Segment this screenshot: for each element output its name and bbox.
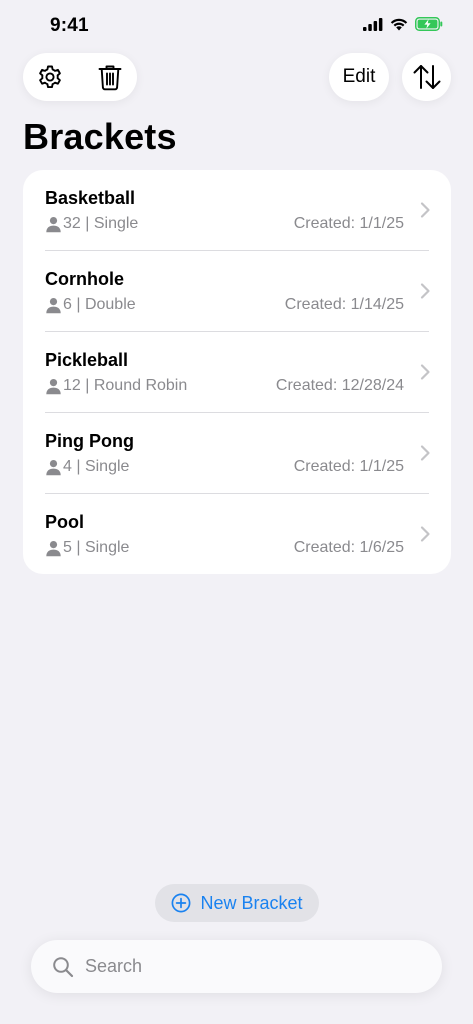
bracket-meta-text: 4 | Single [63,458,130,475]
plus-circle-icon [172,893,191,913]
trash-icon [98,65,122,90]
wifi-icon [390,18,408,30]
battery-charging-icon [415,17,443,31]
person-icon [46,459,61,475]
bracket-created-date: Created: 1/1/25 [293,458,404,475]
settings-button[interactable] [25,53,75,101]
person-icon [46,216,61,232]
bracket-row[interactable]: Cornhole 6 | Double Created: 1/14/25 [23,251,451,332]
person-icon [46,540,61,556]
search-input[interactable] [83,955,417,978]
bracket-name: Pool [45,512,84,532]
bracket-created-date: Created: 1/1/25 [293,215,404,232]
bracket-row[interactable]: Basketball 32 | Single Created: 1/1/25 [23,170,451,251]
status-time: 9:41 [50,15,89,36]
sort-button[interactable] [402,53,451,101]
search-bar[interactable] [31,940,442,993]
bracket-name: Ping Pong [45,431,134,451]
bracket-row[interactable]: Ping Pong 4 | Single Created: 1/1/25 [23,413,451,494]
status-bar: 9:41 [0,0,473,54]
sort-arrows-icon [413,65,440,89]
bracket-meta: 6 | Double [45,296,136,314]
bracket-created-date: Created: 12/28/24 [275,377,404,394]
bracket-meta-text: 12 | Round Robin [63,377,188,394]
toolbar-left-group [23,53,137,101]
bracket-meta: 32 | Single [45,215,138,233]
bracket-list: Basketball 32 | Single Created: 1/1/25 C… [23,170,451,574]
bracket-row[interactable]: Pool 5 | Single Created: 1/6/25 [23,494,451,574]
bracket-created-date: Created: 1/14/25 [284,296,404,313]
chevron-right-icon [420,202,430,218]
delete-button[interactable] [85,53,135,101]
person-icon [46,378,61,394]
edit-button[interactable]: Edit [329,53,389,101]
cellular-signal-icon [363,17,383,31]
person-icon [46,297,61,313]
page-title: Brackets [23,116,177,157]
new-bracket-label: New Bracket [200,892,303,913]
bracket-name: Basketball [45,188,136,208]
bracket-name: Pickleball [45,350,129,370]
search-icon [53,956,74,977]
chevron-right-icon [420,364,430,380]
new-bracket-button[interactable]: New Bracket [155,884,319,922]
bracket-meta: 4 | Single [45,458,129,476]
status-icons [363,17,443,31]
bracket-meta-text: 5 | Single [63,539,130,556]
bracket-meta-text: 32 | Single [63,215,139,232]
chevron-right-icon [420,526,430,542]
bracket-row[interactable]: Pickleball 12 | Round Robin Created: 12/… [23,332,451,413]
settings-gear-icon [39,65,61,89]
bracket-meta: 12 | Round Robin [45,377,187,395]
chevron-right-icon [420,283,430,299]
bracket-name: Cornhole [45,269,124,289]
bracket-created-date: Created: 1/6/25 [293,539,404,556]
chevron-right-icon [420,445,430,461]
bracket-meta-text: 6 | Double [63,296,136,313]
bracket-meta: 5 | Single [45,539,129,557]
